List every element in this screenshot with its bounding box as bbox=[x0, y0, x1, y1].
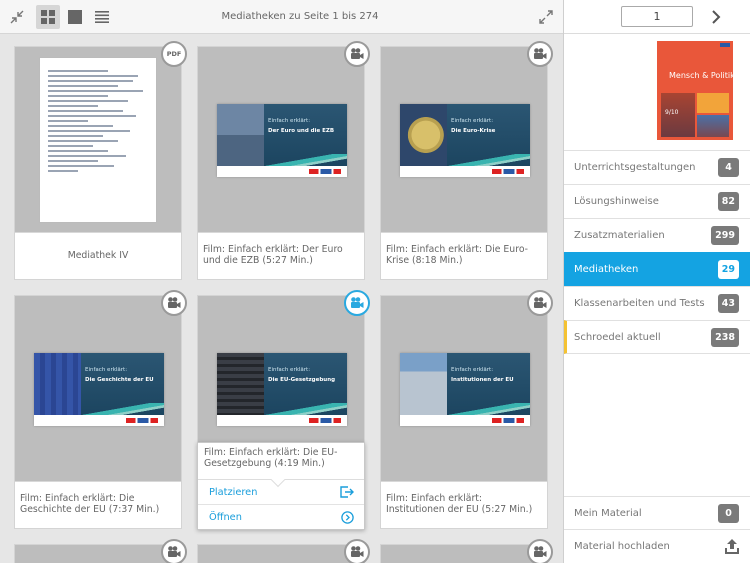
nav-item-unterrichtsgestaltungen[interactable]: Unterrichtsgestaltungen 4 bbox=[564, 150, 750, 184]
card-thumbnail bbox=[15, 545, 181, 563]
video-camera-icon bbox=[161, 290, 187, 316]
media-card-partial[interactable] bbox=[14, 539, 187, 563]
media-card[interactable]: Einfach erklärt: Die Geschichte der EU F… bbox=[14, 290, 187, 529]
slide-line1: Einfach erklärt: bbox=[85, 367, 128, 373]
card-caption: Film: Einfach erklärt: Die Euro-Krise (8… bbox=[381, 232, 547, 279]
media-card[interactable]: Einfach erklärt: Die Euro-Krise Film: Ei… bbox=[380, 41, 553, 280]
pdf-icon: PDF bbox=[161, 41, 187, 67]
slide-line2: Die Geschichte der EU bbox=[85, 377, 154, 383]
place-label: Platzieren bbox=[209, 487, 258, 498]
expand-icon[interactable] bbox=[534, 5, 558, 29]
card-caption: Mediathek IV bbox=[15, 232, 181, 279]
video-preview: Einfach erklärt: Die EU-Gesetzgebung bbox=[217, 353, 347, 426]
card-thumbnail bbox=[15, 47, 181, 232]
video-camera-icon bbox=[527, 539, 553, 563]
page-number-input[interactable]: 1 bbox=[621, 6, 693, 27]
video-preview: Einfach erklärt: Der Euro und die EZB bbox=[217, 104, 347, 177]
nav-item-schroedel-aktuell[interactable]: Schroedel aktuell 238 bbox=[564, 320, 750, 354]
count-badge: 238 bbox=[711, 328, 739, 347]
count-badge: 82 bbox=[717, 192, 739, 211]
upload-material-item[interactable]: Material hochladen bbox=[564, 529, 750, 562]
video-camera-icon bbox=[344, 290, 370, 316]
card-thumbnail: Einfach erklärt: Institutionen der EU bbox=[381, 296, 547, 481]
popup-title: Film: Einfach erklärt: Die EU-Gesetzgebu… bbox=[198, 443, 364, 480]
count-badge: 43 bbox=[717, 294, 739, 313]
card-thumbnail: Einfach erklärt: Der Euro und die EZB bbox=[198, 47, 364, 232]
nav-item-zusatzmaterialien[interactable]: Zusatzmaterialien 299 bbox=[564, 218, 750, 252]
cover-flag bbox=[720, 43, 730, 47]
slide-line1: Einfach erklärt: bbox=[268, 367, 311, 373]
upload-label: Material hochladen bbox=[574, 541, 670, 552]
video-camera-icon bbox=[344, 539, 370, 563]
card-thumbnail: Einfach erklärt: Die Euro-Krise bbox=[381, 47, 547, 232]
nav-label: Zusatzmaterialien bbox=[574, 230, 665, 241]
nav-label: Lösungshinweise bbox=[574, 196, 659, 207]
count-badge: 0 bbox=[718, 504, 739, 523]
nav-label: Unterrichtsgestaltungen bbox=[574, 162, 696, 173]
video-camera-icon bbox=[161, 539, 187, 563]
chevron-right-icon[interactable] bbox=[706, 6, 726, 27]
nav-item-klassenarbeiten[interactable]: Klassenarbeiten und Tests 43 bbox=[564, 286, 750, 320]
my-material-item[interactable]: Mein Material 0 bbox=[564, 496, 750, 529]
book-cover[interactable]: Mensch & Politik 9/10 bbox=[657, 41, 733, 140]
nav-label: Schroedel aktuell bbox=[574, 332, 661, 343]
nav-item-mediatheken[interactable]: Mediatheken 29 bbox=[564, 252, 750, 286]
place-icon bbox=[340, 486, 354, 498]
category-nav: Unterrichtsgestaltungen 4 Lösungshinweis… bbox=[564, 150, 750, 354]
slide-line2: Die EU-Gesetzgebung bbox=[268, 377, 336, 383]
media-card-partial[interactable] bbox=[197, 539, 370, 563]
count-badge: 4 bbox=[718, 158, 739, 177]
video-camera-icon bbox=[527, 41, 553, 67]
place-button[interactable]: Platzieren bbox=[198, 480, 364, 505]
media-card[interactable]: Einfach erklärt: Der Euro und die EZB Fi… bbox=[197, 41, 370, 280]
nav-label: Mediatheken bbox=[574, 264, 639, 275]
count-badge: 299 bbox=[711, 226, 739, 245]
list-view-icon[interactable] bbox=[90, 5, 114, 29]
toolbar-title: Mediatheken zu Seite 1 bis 274 bbox=[221, 11, 379, 22]
slide-line1: Einfach erklärt: bbox=[268, 118, 311, 124]
cover-title: Mensch & Politik bbox=[669, 71, 733, 80]
open-button[interactable]: Öffnen bbox=[198, 505, 364, 530]
card-thumbnail bbox=[381, 545, 547, 563]
video-preview: Einfach erklärt: Die Euro-Krise bbox=[400, 104, 530, 177]
card-thumbnail bbox=[198, 545, 364, 563]
upload-icon bbox=[725, 539, 739, 554]
video-preview: Einfach erklärt: Institutionen der EU bbox=[400, 353, 530, 426]
slide-line1: Einfach erklärt: bbox=[451, 367, 494, 373]
media-card-partial[interactable] bbox=[380, 539, 553, 563]
slide-line1: Einfach erklärt: bbox=[451, 118, 494, 124]
card-action-popup: Film: Einfach erklärt: Die EU-Gesetzgebu… bbox=[197, 442, 365, 530]
media-card[interactable]: Einfach erklärt: Institutionen der EU Fi… bbox=[380, 290, 553, 529]
nav-item-loesungshinweise[interactable]: Lösungshinweise 82 bbox=[564, 184, 750, 218]
video-preview: Einfach erklärt: Die Geschichte der EU bbox=[34, 353, 164, 426]
nav-label: Klassenarbeiten und Tests bbox=[574, 298, 705, 309]
count-badge: 29 bbox=[717, 260, 739, 279]
single-view-icon[interactable] bbox=[63, 5, 87, 29]
slide-line2: Institutionen der EU bbox=[451, 377, 514, 383]
document-preview bbox=[39, 57, 157, 223]
collapse-icon[interactable] bbox=[5, 5, 29, 29]
video-camera-icon bbox=[527, 290, 553, 316]
my-material-label: Mein Material bbox=[574, 508, 642, 519]
card-caption: Film: Einfach erklärt: Der Euro und die … bbox=[198, 232, 364, 279]
slide-line2: Die Euro-Krise bbox=[451, 128, 496, 134]
grid-view-icon[interactable] bbox=[36, 5, 60, 29]
cover-year: 9/10 bbox=[665, 109, 679, 116]
sidebar: 1 Mensch & Politik 9/10 Unterrichtsgesta… bbox=[563, 0, 750, 563]
media-card[interactable]: Mediathek IV PDF bbox=[14, 41, 187, 280]
slide-line2: Der Euro und die EZB bbox=[268, 128, 335, 134]
open-label: Öffnen bbox=[209, 512, 242, 523]
toolbar: Mediatheken zu Seite 1 bis 274 bbox=[0, 0, 563, 34]
card-caption: Film: Einfach erklärt: Die Geschichte de… bbox=[15, 481, 181, 528]
card-thumbnail: Einfach erklärt: Die Geschichte der EU bbox=[15, 296, 181, 481]
video-camera-icon bbox=[344, 41, 370, 67]
card-caption: Film: Einfach erklärt: Institutionen der… bbox=[381, 481, 547, 528]
chevron-right-circle-icon bbox=[341, 511, 354, 524]
